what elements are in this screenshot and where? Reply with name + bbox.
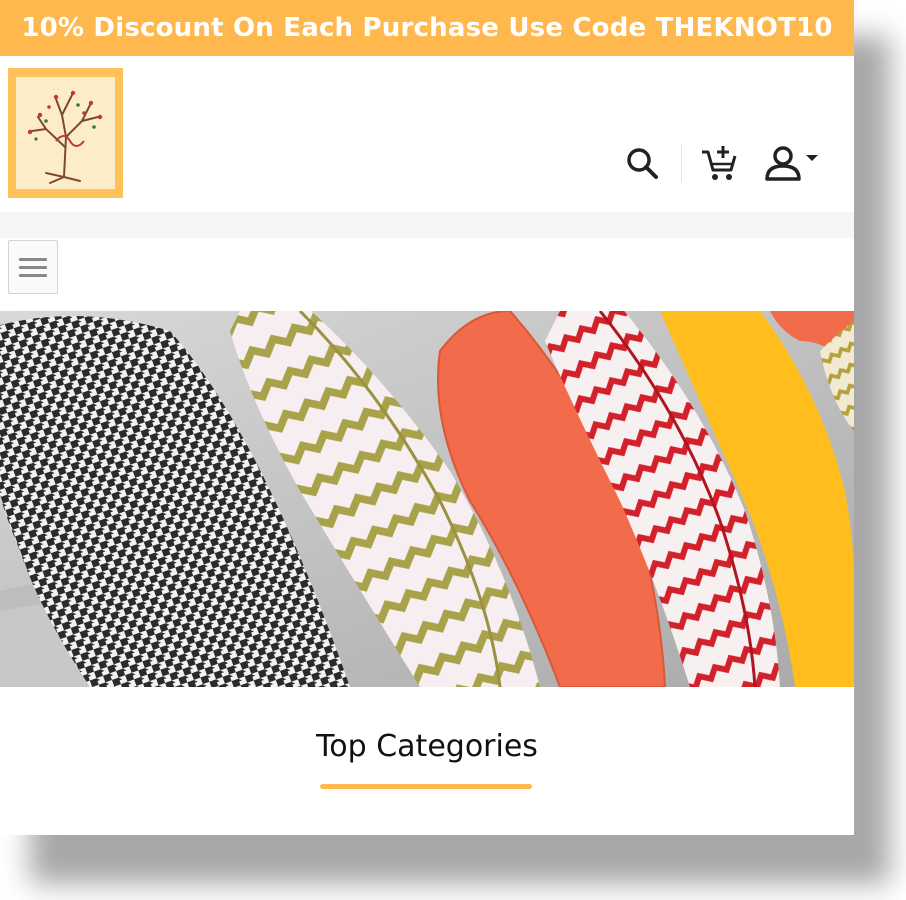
title-underline xyxy=(320,784,532,789)
search-button[interactable] xyxy=(625,146,659,180)
hamburger-icon xyxy=(19,257,47,261)
header-band xyxy=(0,212,854,238)
promo-text: 10% Discount On Each Purchase Use Code T… xyxy=(21,13,833,43)
promo-banner: 10% Discount On Each Purchase Use Code T… xyxy=(0,0,854,56)
menu-toggle-button[interactable] xyxy=(8,240,58,294)
user-account-icon xyxy=(765,146,801,181)
site-logo[interactable] xyxy=(8,68,123,198)
hamburger-icon-bar xyxy=(19,273,47,277)
search-icon xyxy=(627,148,658,179)
hamburger-icon-bar xyxy=(19,265,47,269)
header-actions xyxy=(625,142,818,184)
site-header xyxy=(0,56,854,212)
account-dropdown[interactable] xyxy=(764,144,818,182)
header-divider xyxy=(681,144,682,182)
top-categories-section: Top Categories xyxy=(0,687,854,835)
chevron-down-icon xyxy=(806,155,818,161)
tree-logo-icon xyxy=(27,90,103,184)
cart-button[interactable] xyxy=(700,144,738,182)
hero-banner[interactable] xyxy=(0,311,854,687)
section-title: Top Categories xyxy=(316,729,538,764)
logo-artwork xyxy=(16,77,115,189)
page: 10% Discount On Each Purchase Use Code T… xyxy=(0,0,854,835)
cushions-image xyxy=(0,311,854,687)
add-to-cart-icon xyxy=(702,146,737,180)
nav-row xyxy=(0,238,854,311)
